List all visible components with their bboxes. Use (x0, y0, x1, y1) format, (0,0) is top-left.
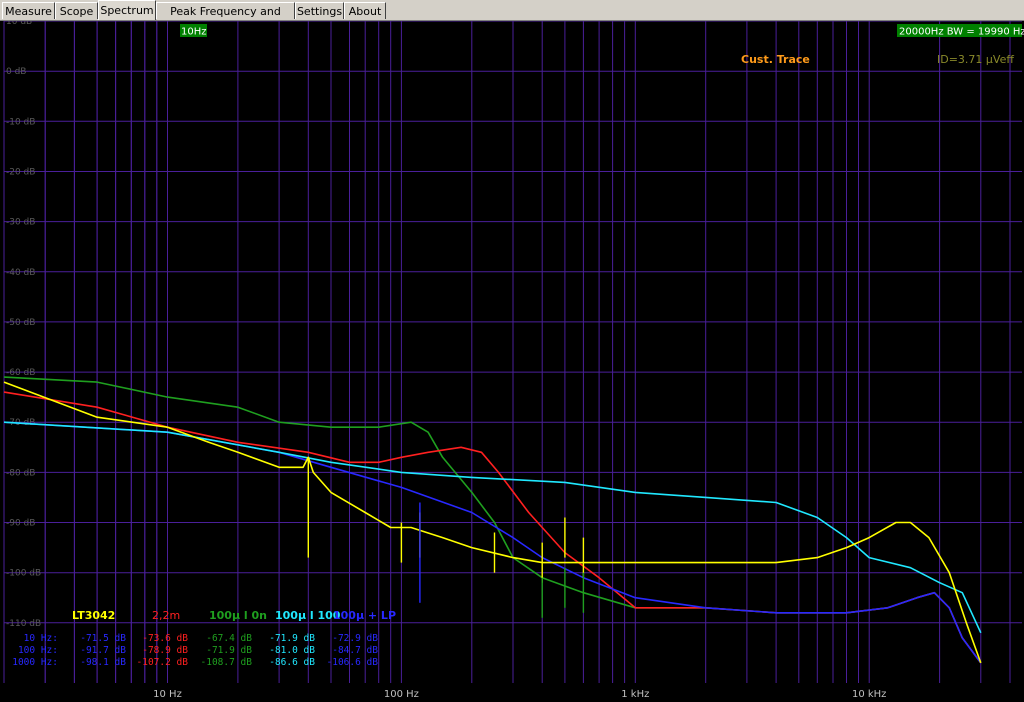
tab-bar: Measure Scope Spectrum Peak Frequency an… (0, 0, 1024, 35)
table-cell: -84.7 dB (332, 645, 378, 656)
table-cell: -106.6 dB (327, 657, 379, 668)
x-axis-band: 10 Hz 100 Hz 1 kHz 10 kHz (0, 683, 1024, 702)
legend-2-2m: 2,2m (152, 609, 180, 622)
cust-trace-label: Cust. Trace (741, 53, 810, 66)
trace-line (3, 421, 982, 634)
x-tick-label: 100 Hz (384, 689, 419, 700)
start-freq-label: 10Hz (181, 27, 207, 38)
y-tick-label: -100 dB (6, 569, 41, 579)
trace-line (3, 376, 982, 664)
tab-settings[interactable]: Settings (295, 2, 344, 19)
y-tick-label: -30 dB (6, 218, 35, 228)
trace-line (3, 421, 982, 664)
table-row-label: 10 Hz: (24, 633, 58, 644)
table-cell: -71.5 dB (80, 633, 126, 644)
plot-grid (3, 21, 1022, 683)
y-tick-labels: 10 dB 0 dB -10 dB -20 dB -30 dB -40 dB -50 dB -… (6, 21, 41, 629)
legend-100u-lp: 100µ + LP (333, 609, 396, 622)
y-tick-label: -80 dB (6, 468, 35, 478)
table-cell: -107.2 dB (137, 657, 189, 668)
legend-100u-l-0n: 100µ l 0n (209, 609, 267, 622)
y-tick-label: -60 dB (6, 368, 35, 378)
table-cell: -67.4 dB (206, 633, 252, 644)
table-cell: -71.9 dB (269, 633, 315, 644)
table-cell: -71.9 dB (206, 645, 252, 656)
y-tick-label: -110 dB (6, 619, 41, 629)
y-tick-label: -40 dB (6, 268, 35, 278)
y-tick-label: 10 dB (6, 21, 32, 27)
table-cell: -91.7 dB (80, 645, 126, 656)
traces (3, 376, 982, 664)
y-tick-label: -10 dB (6, 117, 35, 127)
x-tick-label: 10 kHz (852, 689, 886, 700)
table-cell: -98.1 dB (80, 657, 126, 668)
y-tick-label: -90 dB (6, 519, 35, 529)
tab-about[interactable]: About (344, 2, 386, 19)
table-cell: -108.7 dB (201, 657, 253, 668)
spectrum-chart: 10 dB 0 dB -10 dB -20 dB -30 dB -40 dB -50 dB -… (0, 21, 1024, 702)
table-cell: -72.9 dB (332, 633, 378, 644)
table-cell: -86.6 dB (269, 657, 315, 668)
id-readout: ID=3.71 µVeff (937, 53, 1014, 66)
trace-line (3, 391, 982, 664)
table-cell: -81.0 dB (269, 645, 315, 656)
table-row-label: 1000 Hz: (12, 657, 58, 668)
y-tick-label: -20 dB (6, 168, 35, 178)
spectrum-plot[interactable]: 10 dB 0 dB -10 dB -20 dB -30 dB -40 dB -50 dB -… (0, 21, 1024, 702)
table-cell: -78.9 dB (142, 645, 188, 656)
level-table: 10 Hz: 100 Hz: 1000 Hz: -71.5 dB -91.7 d… (12, 633, 378, 668)
tab-measure[interactable]: Measure (2, 2, 55, 19)
tab-peak-frequency-and-level[interactable]: Peak Frequency and Level (156, 2, 295, 35)
y-tick-label: -50 dB (6, 318, 35, 328)
y-tick-label: 0 dB (6, 67, 26, 77)
x-tick-label: 10 Hz (153, 689, 182, 700)
x-tick-label: 1 kHz (621, 689, 649, 700)
tab-scope[interactable]: Scope (55, 2, 98, 19)
legend-100u-l-100: 100µ l 100 (275, 609, 341, 622)
table-row-label: 100 Hz: (18, 645, 58, 656)
tab-spectrum[interactable]: Spectrum (98, 0, 156, 20)
bandwidth-label: 20000Hz BW = 19990 Hz (899, 27, 1024, 38)
table-cell: -73.6 dB (142, 633, 188, 644)
legend-lt3042: LT3042 (72, 609, 115, 622)
